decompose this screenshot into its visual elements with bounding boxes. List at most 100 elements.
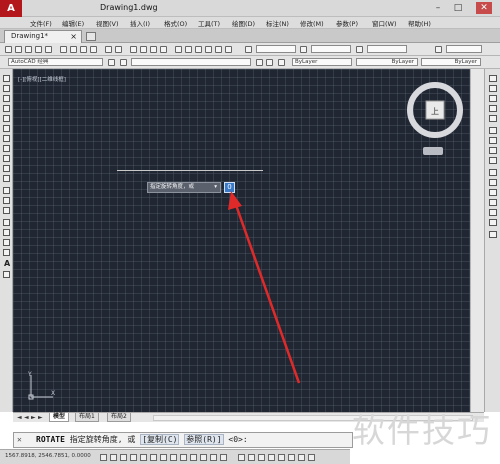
- arc-icon[interactable]: [3, 125, 10, 132]
- tab-drawing1[interactable]: Drawing1* ×: [4, 30, 82, 43]
- otrack-icon[interactable]: [160, 454, 167, 461]
- sheet-set-icon[interactable]: [205, 46, 212, 53]
- layer-select[interactable]: [131, 58, 251, 66]
- menu-format[interactable]: 格式(O): [164, 18, 187, 28]
- snap-icon[interactable]: [120, 454, 127, 461]
- insert-block-icon[interactable]: [3, 187, 10, 194]
- properties-icon[interactable]: [175, 46, 182, 53]
- tab-close-icon[interactable]: ×: [70, 31, 77, 42]
- rotate-icon[interactable]: [489, 137, 497, 144]
- annotation-visibility-icon[interactable]: [248, 454, 255, 461]
- make-current-layer-icon[interactable]: [256, 59, 263, 66]
- option-reference[interactable]: 参照(R)]: [184, 434, 224, 445]
- circle-icon[interactable]: [3, 135, 10, 142]
- move-icon[interactable]: [489, 127, 497, 134]
- last-layout-icon[interactable]: ►: [38, 414, 43, 421]
- zoom-previous-icon[interactable]: [160, 46, 167, 53]
- new-file-icon[interactable]: [5, 46, 12, 53]
- menu-view[interactable]: 视图(V): [96, 18, 119, 28]
- extend-icon[interactable]: [489, 179, 497, 186]
- tab-layout2[interactable]: 布局2: [107, 413, 131, 422]
- revision-cloud-icon[interactable]: [3, 145, 10, 152]
- chamfer-icon[interactable]: [489, 209, 497, 216]
- menu-file[interactable]: 文件(F): [30, 18, 52, 28]
- ellipse-icon[interactable]: [3, 165, 10, 172]
- workspace-switch-icon[interactable]: [258, 454, 265, 461]
- transparency-icon[interactable]: [200, 454, 207, 461]
- quick-properties-icon[interactable]: [210, 454, 217, 461]
- paste-icon[interactable]: [80, 46, 87, 53]
- mirror-icon[interactable]: [489, 95, 497, 102]
- ortho-icon[interactable]: [130, 454, 137, 461]
- design-center-icon[interactable]: [185, 46, 192, 53]
- break-icon[interactable]: [489, 189, 497, 196]
- prev-layout-icon[interactable]: ◄: [24, 414, 29, 421]
- save-icon[interactable]: [25, 46, 32, 53]
- markup-icon[interactable]: [215, 46, 222, 53]
- first-layout-icon[interactable]: ◄: [17, 414, 22, 421]
- menu-draw[interactable]: 绘图(D): [232, 18, 255, 28]
- menu-parametric[interactable]: 参数(P): [336, 18, 358, 28]
- rectangle-icon[interactable]: [3, 115, 10, 122]
- ducs-icon[interactable]: [170, 454, 177, 461]
- construction-line-icon[interactable]: [3, 85, 10, 92]
- osnap-icon[interactable]: [150, 454, 157, 461]
- tool-palettes-icon[interactable]: [195, 46, 202, 53]
- menu-edit[interactable]: 编辑(E): [62, 18, 84, 28]
- lineweight-select[interactable]: ByLayer: [421, 58, 481, 66]
- next-layout-icon[interactable]: ►: [31, 414, 36, 421]
- menu-tools[interactable]: 工具(T): [198, 18, 220, 28]
- make-block-icon[interactable]: [3, 197, 10, 204]
- explode-icon[interactable]: [489, 231, 497, 238]
- workspace-select[interactable]: AutoCAD 经典: [8, 58, 103, 66]
- command-line[interactable]: ✕ ROTATE 指定旋转角度, 或 [复制(C) 参照(R)] <0>:: [13, 432, 353, 448]
- copy-icon[interactable]: [70, 46, 77, 53]
- menu-insert[interactable]: 插入(I): [130, 18, 150, 28]
- tab-layout1[interactable]: 布局1: [75, 413, 99, 422]
- menu-help[interactable]: 帮助(H): [408, 18, 431, 28]
- lock-ui-icon[interactable]: [268, 454, 275, 461]
- print-icon[interactable]: [35, 46, 42, 53]
- join-icon[interactable]: [489, 199, 497, 206]
- add-selected-icon[interactable]: [3, 271, 10, 278]
- option-copy[interactable]: [复制(C): [140, 434, 180, 445]
- open-file-icon[interactable]: [15, 46, 22, 53]
- clean-screen-icon[interactable]: [298, 454, 305, 461]
- grid-icon[interactable]: [110, 454, 117, 461]
- minimize-button[interactable]: –: [430, 2, 446, 14]
- polygon-icon[interactable]: [3, 105, 10, 112]
- line-icon[interactable]: [3, 75, 10, 82]
- menu-dimension[interactable]: 标注(N): [266, 18, 289, 28]
- zoom-realtime-icon[interactable]: [140, 46, 147, 53]
- command-line-close-icon[interactable]: ✕: [17, 433, 22, 447]
- menu-window[interactable]: 窗口(W): [372, 18, 397, 28]
- multiline-text-icon[interactable]: A: [4, 259, 11, 268]
- app-logo-icon[interactable]: A: [0, 0, 22, 17]
- linetype-select[interactable]: ByLayer: [356, 58, 418, 66]
- table-icon[interactable]: [3, 249, 10, 256]
- calculator-icon[interactable]: [225, 46, 232, 53]
- fillet-icon[interactable]: [489, 219, 497, 226]
- layer-properties-icon[interactable]: [120, 59, 127, 66]
- gradient-icon[interactable]: [3, 229, 10, 236]
- table-style-select[interactable]: [367, 45, 407, 53]
- array-icon[interactable]: [489, 115, 497, 122]
- multileader-style-icon[interactable]: [435, 46, 442, 53]
- redo-icon[interactable]: [115, 46, 122, 53]
- isolate-objects-icon[interactable]: [278, 454, 285, 461]
- zoom-window-icon[interactable]: [150, 46, 157, 53]
- text-style-icon[interactable]: [245, 46, 252, 53]
- erase-icon[interactable]: [489, 75, 497, 82]
- layer-previous-icon[interactable]: [266, 59, 273, 66]
- offset-icon[interactable]: [489, 105, 497, 112]
- dyn-icon[interactable]: [180, 454, 187, 461]
- maximize-button[interactable]: □: [450, 2, 466, 14]
- cut-icon[interactable]: [60, 46, 67, 53]
- trim-icon[interactable]: [489, 169, 497, 176]
- polyline-icon[interactable]: [3, 95, 10, 102]
- drawing-canvas[interactable]: [-][俯视][二维线框] 指定旋转角度，或 ▾ 0 上 Y X: [13, 69, 470, 412]
- annotation-scale-icon[interactable]: [238, 454, 245, 461]
- new-tab-button[interactable]: [86, 32, 96, 41]
- customization-icon[interactable]: [308, 454, 315, 461]
- plot-preview-icon[interactable]: [45, 46, 52, 53]
